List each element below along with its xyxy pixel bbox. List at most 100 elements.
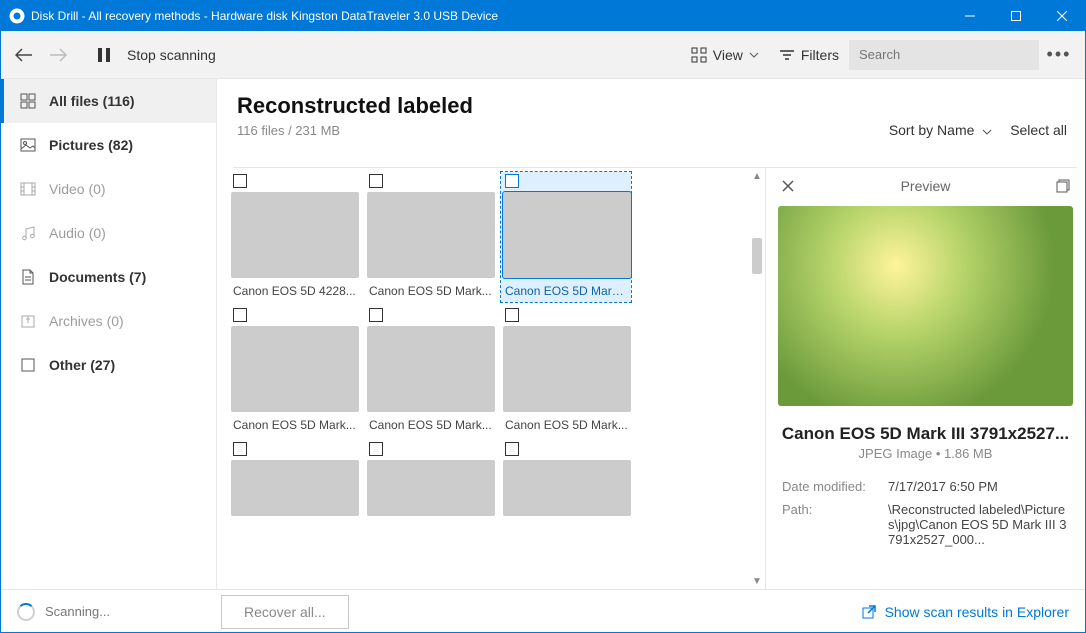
maximize-button[interactable]: [993, 1, 1039, 31]
image-icon: [19, 137, 37, 153]
thumbnail-item[interactable]: [503, 442, 633, 516]
chevron-down-icon: [749, 52, 759, 58]
checkbox[interactable]: [505, 442, 519, 456]
scroll-up-button[interactable]: ▲: [749, 168, 765, 184]
thumbnail-image: [367, 460, 495, 516]
property-label: Date modified:: [782, 479, 878, 494]
preview-meta: JPEG Image • 1.86 MB: [766, 446, 1085, 461]
thumbnail-image: [503, 460, 631, 516]
checkbox[interactable]: [233, 308, 247, 322]
property-row: Path:\Reconstructed labeled\Pictures\jpg…: [766, 498, 1085, 551]
thumbnail-image: [503, 192, 631, 278]
show-in-explorer-link[interactable]: Show scan results in Explorer: [861, 604, 1069, 620]
thumbnail-item[interactable]: Canon EOS 5D Mark...: [231, 308, 361, 434]
sidebar-item-label: Audio (0): [49, 225, 106, 241]
more-button[interactable]: •••: [1039, 38, 1079, 72]
toolbar: Stop scanning View Filters •••: [1, 31, 1085, 79]
checkbox[interactable]: [369, 308, 383, 322]
property-value: \Reconstructed labeled\Pictures\jpg\Cano…: [888, 502, 1069, 547]
back-button[interactable]: [7, 38, 41, 72]
sidebar-item-doc[interactable]: Documents (7): [1, 255, 216, 299]
thumbnail-item[interactable]: [231, 442, 361, 516]
thumbnail-item[interactable]: Canon EOS 5D Mark...: [503, 308, 633, 434]
sidebar-item-film[interactable]: Video (0): [1, 167, 216, 211]
sidebar-item-image[interactable]: Pictures (82): [1, 123, 216, 167]
thumbnail-item[interactable]: Canon EOS 5D Mark...: [501, 172, 631, 302]
thumbnail-item[interactable]: Canon EOS 5D Mark...: [367, 174, 497, 300]
property-value: 7/17/2017 6:50 PM: [888, 479, 1069, 494]
close-button[interactable]: [1039, 1, 1085, 31]
sidebar-item-label: Documents (7): [49, 269, 146, 285]
property-label: Path:: [782, 502, 878, 547]
music-icon: [19, 225, 37, 241]
scroll-thumb[interactable]: [752, 238, 762, 274]
thumbnail-image: [503, 326, 631, 412]
status-text: Scanning...: [45, 604, 110, 619]
recover-all-button[interactable]: Recover all...: [221, 595, 349, 629]
thumbnail-caption: Canon EOS 5D Mark...: [367, 278, 497, 300]
pause-icon[interactable]: [87, 38, 121, 72]
view-label: View: [713, 47, 743, 63]
popout-button[interactable]: [1053, 176, 1073, 196]
thumbnail-image: [231, 192, 359, 278]
sidebar: All files (116) Pictures (82) Video (0) Aud…: [1, 79, 217, 589]
sidebar-item-music[interactable]: Audio (0): [1, 211, 216, 255]
scrollbar[interactable]: ▲ ▼: [749, 168, 765, 589]
select-all-button[interactable]: Select all: [1010, 122, 1067, 138]
checkbox[interactable]: [233, 442, 247, 456]
main-area: All files (116) Pictures (82) Video (0) Aud…: [1, 79, 1085, 589]
sidebar-item-label: All files (116): [49, 93, 135, 109]
window-title: Disk Drill - All recovery methods - Hard…: [31, 9, 947, 23]
app-logo-icon: [9, 8, 25, 24]
thumbnail-caption: Canon EOS 5D Mark...: [231, 412, 361, 434]
thumbnail-item[interactable]: Canon EOS 5D Mark...: [367, 308, 497, 434]
film-icon: [19, 181, 37, 197]
scroll-down-button[interactable]: ▼: [749, 573, 765, 589]
sidebar-item-archive[interactable]: Archives (0): [1, 299, 216, 343]
minimize-button[interactable]: [947, 1, 993, 31]
checkbox[interactable]: [369, 442, 383, 456]
checkbox[interactable]: [505, 174, 519, 188]
thumbnail-caption: Canon EOS 5D Mark...: [367, 412, 497, 434]
page-subtitle: 116 files / 231 MB: [237, 123, 851, 138]
preview-filename: Canon EOS 5D Mark III 3791x2527...: [766, 416, 1085, 446]
checkbox[interactable]: [505, 308, 519, 322]
sidebar-item-square[interactable]: Other (27): [1, 343, 216, 387]
square-icon: [19, 357, 37, 373]
close-preview-button[interactable]: [778, 176, 798, 196]
sidebar-item-label: Video (0): [49, 181, 106, 197]
archive-icon: [19, 313, 37, 329]
filters-icon: [779, 47, 795, 63]
spinner-icon: [17, 603, 35, 621]
thumbnail-caption: Canon EOS 5D Mark...: [503, 278, 629, 300]
content: Reconstructed labeled 116 files / 231 MB…: [217, 79, 1085, 589]
thumbnail-image: [231, 460, 359, 516]
sort-dropdown[interactable]: Sort by Name: [889, 122, 992, 138]
thumbnail-image: [231, 326, 359, 412]
sidebar-item-grid[interactable]: All files (116): [1, 79, 216, 123]
checkbox[interactable]: [369, 174, 383, 188]
preview-panel: Preview Canon EOS 5D Mark III 3791x2527.…: [765, 168, 1085, 589]
thumbnail-image: [367, 326, 495, 412]
filters-button[interactable]: Filters: [769, 41, 849, 69]
checkbox[interactable]: [233, 174, 247, 188]
grid-icon: [19, 93, 37, 109]
thumbnail-image: [367, 192, 495, 278]
page-title: Reconstructed labeled: [237, 93, 851, 119]
search-input[interactable]: [849, 40, 1039, 70]
sidebar-item-label: Other (27): [49, 357, 115, 373]
forward-button[interactable]: [41, 38, 75, 72]
external-link-icon: [861, 604, 877, 620]
footer: Scanning... Recover all... Show scan res…: [1, 589, 1085, 633]
preview-image: [778, 206, 1073, 406]
tab-strip: [233, 144, 1077, 168]
view-dropdown[interactable]: View: [681, 41, 769, 69]
thumbnail-grid: Canon EOS 5D 4228... Canon EOS 5D Mark...…: [217, 168, 749, 589]
thumbnail-item[interactable]: Canon EOS 5D 4228...: [231, 174, 361, 300]
titlebar: Disk Drill - All recovery methods - Hard…: [1, 1, 1085, 31]
thumbnail-item[interactable]: [367, 442, 497, 516]
doc-icon: [19, 269, 37, 285]
sidebar-item-label: Pictures (82): [49, 137, 133, 153]
preview-title-label: Preview: [798, 178, 1053, 194]
stop-scanning-button[interactable]: Stop scanning: [121, 47, 222, 63]
